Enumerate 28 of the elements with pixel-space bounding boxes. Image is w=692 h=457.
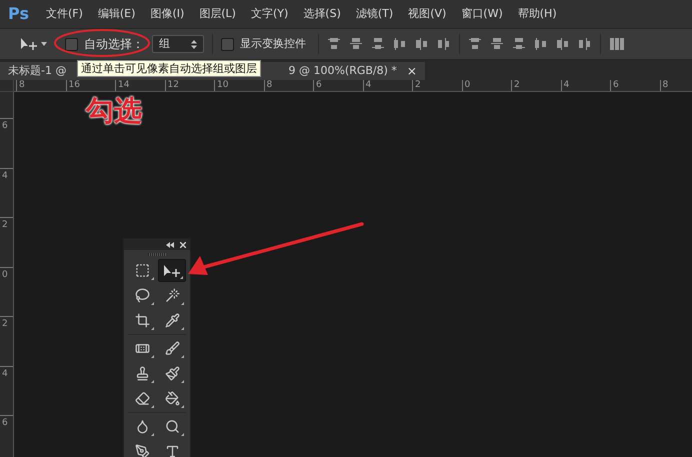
document-zoom-info: 9 @ 100%(RGB/8) * <box>288 62 397 79</box>
ruler-label: 2 <box>2 220 9 231</box>
ruler-label: 12 <box>168 80 179 91</box>
ruler-label: 10 <box>217 80 228 91</box>
ruler-label: 2 <box>2 319 9 330</box>
tooltip: 通过单击可见像素自动选择组或图层 <box>77 60 261 77</box>
ruler-label: 6 <box>2 121 9 132</box>
ruler-label: 2 <box>415 80 421 91</box>
ruler-label: 6 <box>2 418 9 429</box>
document-title: 未标题-1 @ <box>8 62 66 79</box>
ruler-label: 0 <box>464 80 470 91</box>
ruler-label: 8 <box>19 80 25 91</box>
ruler-label: 4 <box>366 80 372 91</box>
show-transform-label: 显示变换控件 <box>240 36 306 52</box>
ruler-label: 0 <box>2 270 9 280</box>
ruler-label: 4 <box>2 170 9 182</box>
ruler-label: 16 <box>68 80 80 91</box>
ruler-label: 8 <box>662 80 668 91</box>
ruler-label: 8 <box>266 80 272 91</box>
ruler-label: 4 <box>564 80 570 91</box>
ruler-label: 14 <box>118 80 130 91</box>
auto-select-label: 自动选择： <box>84 36 144 53</box>
annotation-text: 勾选 <box>86 95 142 127</box>
ruler-label: 4 <box>2 368 9 380</box>
ruler-label: 6 <box>316 80 322 91</box>
app-logo: Ps <box>8 3 29 25</box>
ruler-label: 6 <box>613 80 619 91</box>
ruler-label: 2 <box>514 80 520 91</box>
